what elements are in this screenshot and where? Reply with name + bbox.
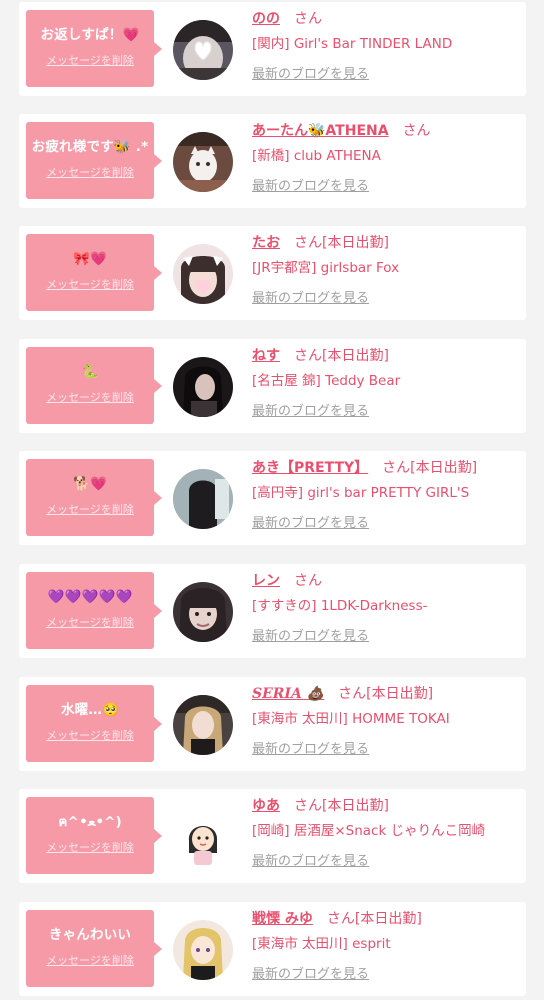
avatar[interactable] (173, 807, 233, 867)
message-text: ฅ^•ﻌ•^) (58, 814, 122, 830)
cast-name-link[interactable]: ゆあ (252, 798, 280, 814)
latest-blog-link[interactable]: 最新のブログを見る (252, 742, 369, 757)
avatar[interactable] (173, 920, 233, 980)
store-label: [岡崎] 居酒屋×Snack じゃりんこ岡崎 (252, 823, 486, 839)
message-card: お疲れ様です🐝 .* メッセージを削除 あーたん🐝ATHENA さん [新橋] c… (19, 114, 526, 208)
message-bubble: ฅ^•ﻌ•^) メッセージを削除 (26, 797, 162, 874)
san-label: さん (294, 235, 322, 251)
latest-blog-link[interactable]: 最新のブログを見る (252, 404, 369, 419)
avatar[interactable] (173, 582, 233, 642)
avatar[interactable] (173, 20, 233, 80)
san-label: さん (294, 348, 322, 364)
san-label: さん (402, 123, 431, 139)
store-label: [JR宇都宮] girlsbar Fox (252, 260, 400, 276)
message-bubble: 水曜…🥺 メッセージを削除 (26, 685, 162, 762)
latest-blog-link[interactable]: 最新のブログを見る (252, 967, 369, 982)
latest-blog-link[interactable]: 最新のブログを見る (252, 516, 369, 531)
delete-message-link[interactable]: メッセージを削除 (46, 501, 134, 517)
message-list: お返しすぱ！💗 メッセージを削除 のの さん [関内] Girl's Bar TI… (0, 0, 544, 1000)
san-label: さん (294, 573, 322, 589)
latest-blog-link[interactable]: 最新のブログを見る (252, 629, 369, 644)
status-label: [本日出勤] (410, 460, 478, 476)
message-text: お疲れ様です🐝 .* (31, 139, 149, 155)
delete-message-link[interactable]: メッセージを削除 (46, 164, 134, 180)
cast-name-link[interactable]: あき【PRETTY】 (252, 460, 368, 476)
avatar[interactable] (173, 244, 233, 304)
avatar[interactable] (173, 132, 233, 192)
message-card: 🎀💗 メッセージを削除 たお さん[本日出勤] [JR宇都宮] girlsbar … (19, 226, 526, 320)
message-text: 🐍 (81, 364, 99, 380)
store-label: [関内] Girl's Bar TINDER LAND (252, 36, 453, 52)
store-label: [東海市 太田川] HOMME TOKAI (252, 711, 450, 727)
message-text: 水曜…🥺 (60, 702, 120, 718)
store-label: [高円寺] girl's bar PRETTY GIRL'S (252, 485, 470, 501)
cast-name-link[interactable]: あーたん🐝ATHENA (252, 123, 389, 139)
message-bubble: 🐍 メッセージを削除 (26, 347, 162, 424)
avatar[interactable] (173, 469, 233, 529)
delete-message-link[interactable]: メッセージを削除 (46, 389, 134, 405)
delete-message-link[interactable]: メッセージを削除 (46, 727, 134, 743)
san-label: さん (338, 686, 367, 702)
message-card: 🐍 メッセージを削除 ねす さん[本日出勤] [名古屋 錦] Teddy Bear… (19, 339, 526, 433)
delete-message-link[interactable]: メッセージを削除 (46, 614, 134, 630)
message-bubble: お返しすぱ！💗 メッセージを削除 (26, 10, 162, 87)
status-label: [本日出勤] (322, 235, 389, 251)
latest-blog-link[interactable]: 最新のブログを見る (252, 854, 369, 869)
message-text: お返しすぱ！💗 (40, 27, 140, 43)
san-label: さん (294, 798, 322, 814)
message-card: 💜💜💜💜💜 メッセージを削除 レン さん [すすきの] 1LDK-Darkness… (19, 564, 526, 658)
message-text: 🎀💗 (72, 251, 108, 267)
delete-message-link[interactable]: メッセージを削除 (46, 52, 134, 68)
cast-name-link[interactable]: 戦慄 みゆ (252, 911, 313, 927)
store-label: [名古屋 錦] Teddy Bear (252, 373, 401, 389)
message-text: 🐕💗 (72, 476, 108, 492)
store-label: [東海市 太田川] esprit (252, 936, 391, 952)
status-label: [本日出勤] (354, 911, 422, 927)
latest-blog-link[interactable]: 最新のブログを見る (252, 291, 369, 306)
san-label: さん (294, 11, 322, 27)
delete-message-link[interactable]: メッセージを削除 (46, 276, 134, 292)
store-label: [すすきの] 1LDK-Darkness- (252, 598, 428, 614)
cast-name-link[interactable]: たお (252, 235, 280, 251)
latest-blog-link[interactable]: 最新のブログを見る (252, 67, 369, 82)
message-bubble: お疲れ様です🐝 .* メッセージを削除 (26, 122, 162, 199)
cast-name-link[interactable]: ねす (252, 348, 280, 364)
message-bubble: 🎀💗 メッセージを削除 (26, 234, 162, 311)
message-bubble: 🐕💗 メッセージを削除 (26, 459, 162, 536)
cast-name-link[interactable]: レン (252, 573, 280, 589)
avatar[interactable] (173, 357, 233, 417)
cast-name-link[interactable]: SERIA 💩 (252, 686, 324, 702)
message-card: お返しすぱ！💗 メッセージを削除 のの さん [関内] Girl's Bar TI… (19, 2, 526, 96)
store-label: [新橋] club ATHENA (252, 148, 381, 164)
message-text: 💜💜💜💜💜 (47, 589, 133, 605)
san-label: さん (326, 911, 355, 927)
status-label: [本日出勤] (322, 348, 389, 364)
message-bubble: きゃんわいい メッセージを削除 (26, 910, 162, 987)
cast-name-link[interactable]: のの (252, 11, 280, 27)
message-card: 🐕💗 メッセージを削除 あき【PRETTY】 さん[本日出勤] [高円寺] gir… (19, 451, 526, 545)
latest-blog-link[interactable]: 最新のブログを見る (252, 179, 369, 194)
status-label: [本日出勤] (322, 798, 389, 814)
message-card: ฅ^•ﻌ•^) メッセージを削除 ゆあ さん[本日出勤] [岡崎] 居酒屋×Sna… (19, 789, 526, 883)
delete-message-link[interactable]: メッセージを削除 (46, 952, 134, 968)
avatar[interactable] (173, 695, 233, 755)
delete-message-link[interactable]: メッセージを削除 (46, 839, 134, 855)
status-label: [本日出勤] (366, 686, 434, 702)
message-text: きゃんわいい (48, 927, 132, 943)
san-label: さん (382, 460, 411, 476)
message-card: きゃんわいい メッセージを削除 戦慄 みゆ さん[本日出勤] [東海市 太田川] … (19, 902, 526, 996)
message-bubble: 💜💜💜💜💜 メッセージを削除 (26, 572, 162, 649)
message-card: 水曜…🥺 メッセージを削除 SERIA 💩 さん[本日出勤] [東海市 太田川] … (19, 677, 526, 771)
